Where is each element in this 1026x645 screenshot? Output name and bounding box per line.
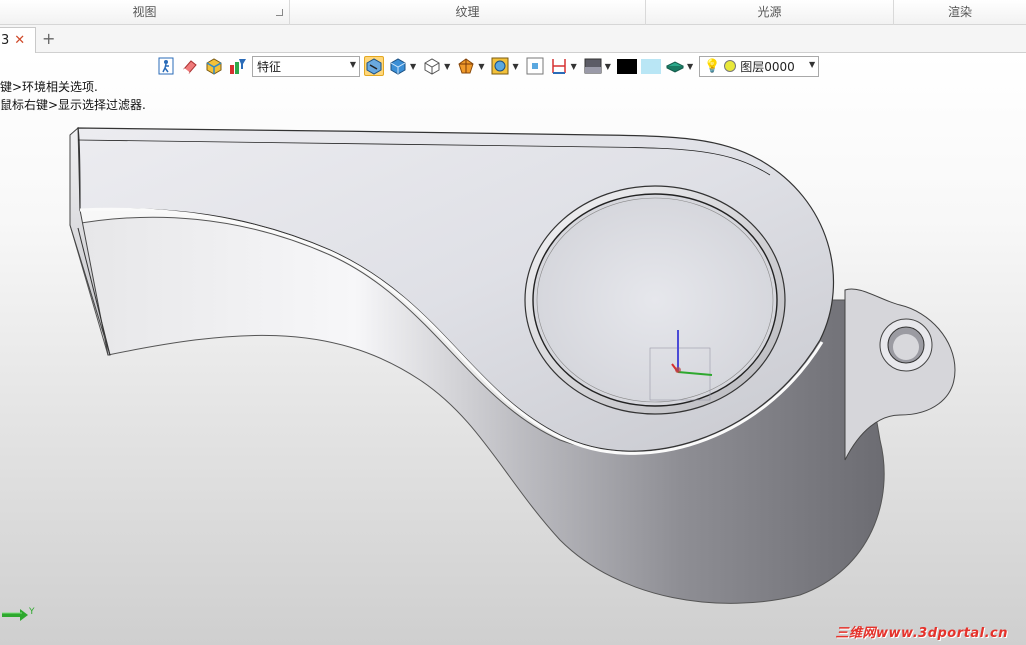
watermark-text: 三维网www.3dportal.cn [835,626,1008,641]
document-tab-bar: 3 ✕ + [0,25,1026,53]
box-display-icon[interactable] [204,56,224,76]
chevron-down-icon: ▼ [808,59,816,69]
color-swatch-light-blue[interactable] [640,58,661,74]
selection-filter-value: 特征 [257,59,282,74]
whistle-model[interactable] [0,53,1026,645]
graphics-viewport[interactable] [0,53,1026,645]
section-icon[interactable] [456,56,476,76]
background-dropdown[interactable]: ▼ [605,62,611,71]
layer-name: 图层0000 [740,59,795,74]
ribbon-group-light-label: 光源 [757,5,782,19]
ribbon-group-render[interactable]: 渲染 [894,0,1026,25]
view-orient-icon[interactable] [490,56,510,76]
bulb-icon[interactable]: 💡 [704,59,720,74]
layer-color-icon [724,60,737,72]
shaded-cube-icon[interactable] [388,56,408,76]
ribbon-group-light[interactable]: 光源 [646,0,894,25]
wireframe-cube-icon[interactable] [422,56,442,76]
prompt-message-2: 鼠标右键>显示选择过滤器. [0,98,146,112]
ribbon-group-texture[interactable]: 纹理 [290,0,646,25]
view-triad: Y [0,603,40,630]
color-swatch-black[interactable] [616,58,637,74]
ribbon-group-render-label: 渲染 [947,5,972,19]
ribbon-group-view[interactable]: 视图 [0,0,290,25]
walk-icon[interactable] [156,56,176,76]
prompt-message-1: 键>环境相关选项. [0,80,98,94]
dimension-dropdown[interactable]: ▼ [571,62,577,71]
filter-icon[interactable] [228,56,248,76]
ribbon-group-bar: 视图 纹理 光源 渲染 [0,0,1026,25]
close-icon[interactable]: ✕ [14,33,25,48]
layer-plane-icon[interactable] [665,56,685,76]
triad-axis-label: Y [29,607,35,617]
graphics-toolbar: 特征 ▼ ▼ ▼ ▼ ▼ ▼ ▼ ▼ 💡 图层0000 ▼ [156,53,820,79]
document-tab-label: 3 [1,33,10,48]
add-tab-icon[interactable]: + [42,29,55,48]
zoom-fit-icon[interactable] [525,56,545,76]
select-mode-icon[interactable] [364,56,384,76]
view-orient-dropdown[interactable]: ▼ [512,62,518,71]
section-dropdown[interactable]: ▼ [478,62,484,71]
chevron-down-icon: ▼ [349,59,356,69]
wireframe-cube-dropdown[interactable]: ▼ [444,62,450,71]
ribbon-group-texture-label: 纹理 [455,5,480,19]
selection-filter-dropdown[interactable]: 特征 ▼ [252,55,360,77]
background-icon[interactable] [583,56,603,76]
ribbon-group-view-label: 视图 [132,5,157,19]
dimension-icon[interactable] [549,56,569,76]
eraser-icon[interactable] [180,56,200,76]
shaded-cube-dropdown[interactable]: ▼ [410,62,416,71]
dialog-launcher-icon[interactable] [276,9,283,16]
document-tab[interactable]: 3 ✕ [0,27,36,53]
layer-dropdown[interactable]: 💡 图层0000 ▼ [699,55,820,77]
layer-plane-dropdown[interactable]: ▼ [687,62,693,71]
